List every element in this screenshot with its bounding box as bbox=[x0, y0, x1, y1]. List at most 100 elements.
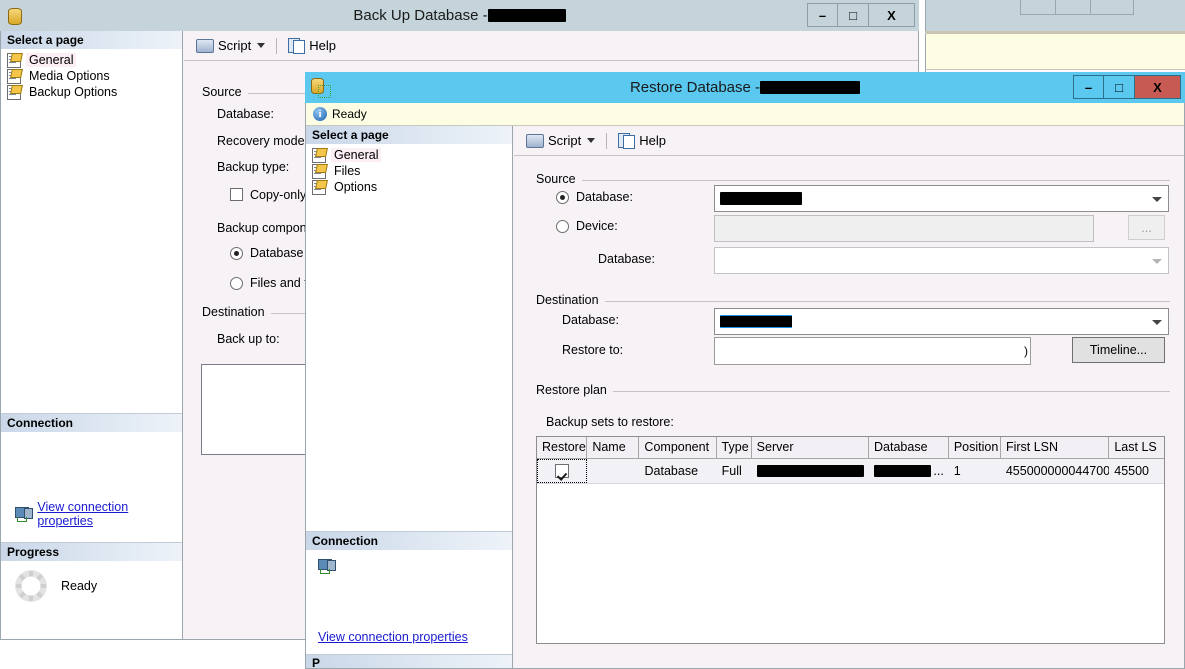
table-row[interactable]: Database Full ... 1 455000000044700037 4… bbox=[537, 459, 1164, 484]
backup-page-list[interactable]: General Media Options Backup Options bbox=[1, 49, 182, 100]
connection-icon bbox=[15, 506, 33, 522]
sidebar-item-label: Files bbox=[334, 164, 361, 178]
connection-icon bbox=[318, 559, 336, 574]
chevron-down-icon[interactable] bbox=[1152, 196, 1162, 202]
script-button[interactable]: Script bbox=[526, 133, 581, 148]
column-header-server[interactable]: Server bbox=[752, 437, 870, 458]
destination-database-label: Database: bbox=[562, 313, 619, 327]
close-button[interactable]: X bbox=[1135, 75, 1181, 99]
destination-database-combo[interactable] bbox=[714, 308, 1169, 335]
script-label: Script bbox=[548, 133, 582, 148]
radio-files-and-filegroups[interactable] bbox=[230, 277, 243, 290]
source-device-database-combo[interactable] bbox=[714, 247, 1169, 274]
source-database-combo[interactable] bbox=[714, 185, 1169, 212]
toolbar-separator bbox=[606, 132, 608, 149]
database-cylinder-icon bbox=[6, 6, 22, 26]
close-button[interactable]: X bbox=[869, 3, 915, 27]
page-icon bbox=[7, 53, 23, 68]
redacted-database-value bbox=[874, 465, 932, 477]
column-header-name[interactable]: Name bbox=[587, 437, 640, 458]
maximize-button[interactable]: □ bbox=[838, 3, 869, 27]
restore-to-field[interactable]: ) bbox=[714, 337, 1031, 365]
spinner-icon bbox=[15, 570, 47, 602]
restore-connection-area: View connection properties bbox=[306, 550, 512, 654]
background-window-button bbox=[1055, 0, 1092, 15]
chevron-down-icon[interactable] bbox=[1152, 258, 1162, 264]
minimize-button[interactable]: – bbox=[807, 3, 838, 27]
backup-progress-status: Ready bbox=[61, 579, 98, 593]
sidebar-item-backup-options[interactable]: Backup Options bbox=[5, 84, 182, 100]
page-icon bbox=[312, 164, 328, 179]
sidebar-item-options[interactable]: Options bbox=[310, 179, 512, 195]
sidebar-item-media-options[interactable]: Media Options bbox=[5, 68, 182, 84]
sidebar-item-label: Options bbox=[334, 180, 378, 194]
restore-database-icon bbox=[311, 78, 331, 98]
help-label: Help bbox=[309, 38, 336, 53]
chevron-down-icon[interactable] bbox=[257, 43, 266, 48]
backup-window-controls[interactable]: – □ X bbox=[807, 3, 915, 27]
cell-database: ... bbox=[869, 459, 949, 483]
cell-database-ellipsis: ... bbox=[933, 464, 944, 478]
cell-type: Full bbox=[721, 464, 742, 478]
copy-only-backup-checkbox[interactable] bbox=[230, 188, 243, 201]
help-icon bbox=[288, 38, 306, 54]
chevron-down-icon[interactable] bbox=[1152, 319, 1162, 325]
cell-restore-checkbox[interactable] bbox=[537, 459, 588, 483]
backup-progress-area: Ready bbox=[1, 561, 182, 639]
restore-toolbar[interactable]: Script Help bbox=[514, 126, 1184, 156]
view-connection-properties-link[interactable]: View connection properties bbox=[37, 500, 182, 528]
restore-dialog-body: i Ready Select a page General Files Opti… bbox=[305, 103, 1185, 669]
help-button[interactable]: Help bbox=[288, 38, 336, 54]
grid-empty-area bbox=[537, 484, 1164, 643]
script-button[interactable]: Script bbox=[196, 38, 251, 53]
column-header-first-lsn[interactable]: First LSN bbox=[1001, 437, 1110, 458]
info-icon: i bbox=[313, 107, 327, 121]
restore-plan-group-label: Restore plan bbox=[536, 383, 613, 397]
column-header-position[interactable]: Position bbox=[949, 437, 1001, 458]
help-button[interactable]: Help bbox=[618, 133, 666, 149]
backup-titlebar[interactable]: Back Up Database - – □ X bbox=[0, 0, 919, 31]
restore-title: Restore Database - bbox=[305, 79, 1185, 96]
source-device-field[interactable] bbox=[714, 215, 1094, 242]
column-header-last-lsn[interactable]: Last LS bbox=[1109, 437, 1164, 458]
sidebar-item-files[interactable]: Files bbox=[310, 163, 512, 179]
maximize-button[interactable]: □ bbox=[1104, 75, 1135, 99]
radio-source-device[interactable] bbox=[556, 220, 569, 233]
restore-database-window[interactable]: Restore Database - – □ X i Ready Select … bbox=[305, 72, 1185, 669]
timeline-button[interactable]: Timeline... bbox=[1072, 337, 1165, 363]
grid-header-row: Restore Name Component Type Server Datab… bbox=[537, 437, 1164, 459]
cell-name bbox=[587, 459, 639, 483]
background-status-strip bbox=[925, 34, 1185, 70]
backup-sets-grid[interactable]: Restore Name Component Type Server Datab… bbox=[536, 436, 1165, 644]
background-window-button bbox=[1090, 0, 1134, 15]
sidebar-item-general[interactable]: General bbox=[5, 52, 182, 68]
backup-sidebar: Select a page General Media Options Back… bbox=[1, 31, 183, 639]
restore-row-checkbox[interactable] bbox=[555, 464, 570, 478]
restore-page-list[interactable]: General Files Options bbox=[306, 144, 512, 195]
column-header-component[interactable]: Component bbox=[639, 437, 717, 458]
radio-database[interactable] bbox=[230, 247, 243, 260]
background-window-button bbox=[1020, 0, 1057, 15]
sidebar-item-label: Media Options bbox=[29, 69, 110, 83]
cell-position: 1 bbox=[953, 464, 961, 478]
redacted-destination-database-value bbox=[720, 316, 792, 327]
restore-titlebar[interactable]: Restore Database - – □ X bbox=[305, 72, 1185, 103]
radio-source-database[interactable] bbox=[556, 191, 569, 204]
column-header-type[interactable]: Type bbox=[717, 437, 752, 458]
restore-window-controls[interactable]: – □ X bbox=[1073, 75, 1181, 99]
cell-last-lsn: 45500 bbox=[1114, 464, 1150, 478]
column-header-database[interactable]: Database bbox=[869, 437, 949, 458]
backup-toolbar[interactable]: Script Help bbox=[184, 31, 918, 61]
column-header-restore[interactable]: Restore bbox=[537, 437, 588, 458]
device-browse-button[interactable]: ... bbox=[1128, 215, 1165, 240]
backup-back-up-to-label: Back up to: bbox=[217, 332, 280, 346]
source-database-label: Database: bbox=[576, 190, 633, 204]
sidebar-item-label: Backup Options bbox=[29, 85, 118, 99]
chevron-down-icon[interactable] bbox=[587, 138, 596, 143]
sidebar-item-general[interactable]: General bbox=[310, 147, 512, 163]
restore-status-text: Ready bbox=[332, 107, 367, 121]
minimize-button[interactable]: – bbox=[1073, 75, 1104, 99]
sidebar-item-label: General bbox=[331, 148, 382, 162]
view-connection-properties-link[interactable]: View connection properties bbox=[318, 630, 468, 644]
restore-to-label: Restore to: bbox=[562, 343, 624, 357]
